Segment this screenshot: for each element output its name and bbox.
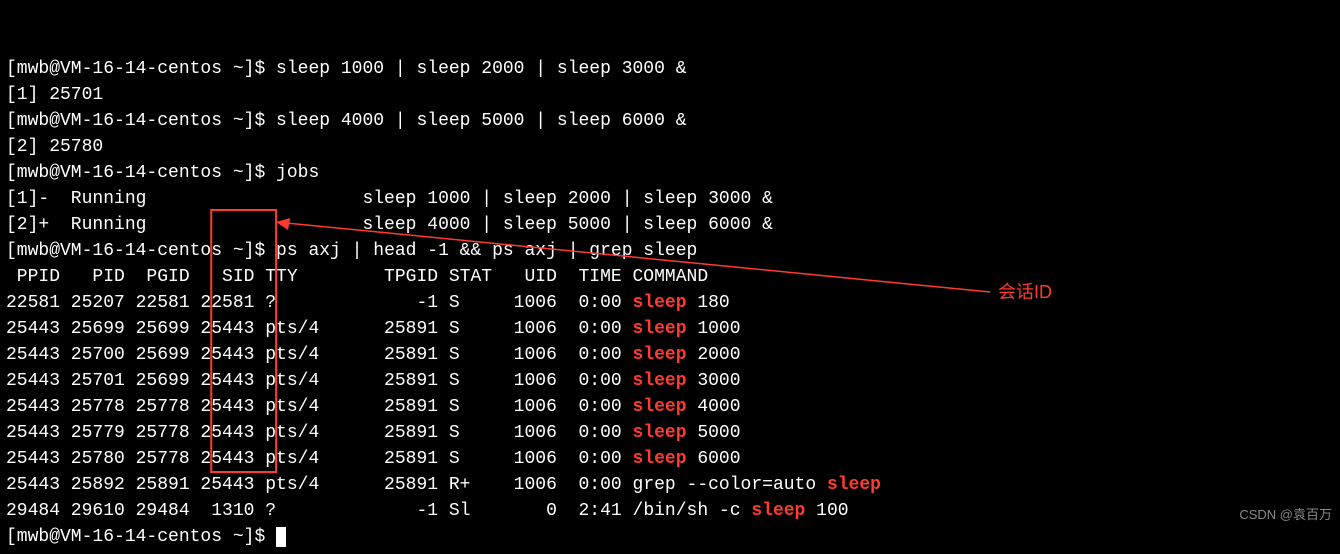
ps-row: 22581 25207 22581 22581 ? -1 S 1006 0:00… (6, 293, 730, 313)
grep-match: sleep (751, 501, 805, 521)
cmd-text: /bin/sh -c (633, 501, 752, 521)
job-line: [1]- Running sleep 1000 | sleep 2000 | s… (6, 189, 773, 209)
prompt: [mwb@VM-16-14-centos ~]$ (6, 527, 276, 547)
ps-header: PPID PID PGID SID TTY TPGID STAT UID TIM… (6, 267, 708, 287)
ps-row: 25443 25779 25778 25443 pts/4 25891 S 10… (6, 423, 741, 443)
job-id: [1] 25701 (6, 85, 103, 105)
ps-row: 25443 25700 25699 25443 pts/4 25891 S 10… (6, 345, 741, 365)
cmd-text: 2000 (687, 345, 741, 365)
job-id: [2] 25780 (6, 137, 103, 157)
grep-match: sleep (633, 423, 687, 443)
cmd-text: 6000 (687, 449, 741, 469)
ps-row: 25443 25780 25778 25443 pts/4 25891 S 10… (6, 449, 741, 469)
grep-match: sleep (633, 293, 687, 313)
cmd-text: 3000 (687, 371, 741, 391)
grep-match: sleep (633, 449, 687, 469)
cursor[interactable] (276, 527, 286, 547)
grep-match: sleep (633, 397, 687, 417)
prompt: [mwb@VM-16-14-centos ~]$ (6, 163, 276, 183)
prompt: [mwb@VM-16-14-centos ~]$ (6, 59, 276, 79)
cmd-text: grep --color=auto (633, 475, 827, 495)
grep-match: sleep (633, 345, 687, 365)
cmd-text: 4000 (687, 397, 741, 417)
ps-row: 29484 29610 29484 1310 ? -1 Sl 0 2:41 /b… (6, 501, 849, 521)
ps-row: 25443 25701 25699 25443 pts/4 25891 S 10… (6, 371, 741, 391)
grep-match: sleep (633, 319, 687, 339)
command-text: jobs (276, 163, 319, 183)
cmd-text: 5000 (687, 423, 741, 443)
command-text: ps axj | head -1 && ps axj | grep sleep (276, 241, 697, 261)
job-line: [2]+ Running sleep 4000 | sleep 5000 | s… (6, 215, 773, 235)
prompt: [mwb@VM-16-14-centos ~]$ (6, 111, 276, 131)
cmd-text: 1000 (687, 319, 741, 339)
cmd-text: 100 (805, 501, 848, 521)
grep-match: sleep (633, 371, 687, 391)
cmd-text: 180 (687, 293, 730, 313)
watermark: CSDN @袁百万 (1239, 504, 1332, 523)
command-text: sleep 1000 | sleep 2000 | sleep 3000 & (276, 59, 686, 79)
command-text: sleep 4000 | sleep 5000 | sleep 6000 & (276, 111, 686, 131)
ps-row: 25443 25699 25699 25443 pts/4 25891 S 10… (6, 319, 741, 339)
terminal[interactable]: 会话ID [mwb@VM-16-14-centos ~]$ sleep 1000… (0, 0, 1340, 554)
ps-row: 25443 25892 25891 25443 pts/4 25891 R+ 1… (6, 475, 881, 495)
ps-row: 25443 25778 25778 25443 pts/4 25891 S 10… (6, 397, 741, 417)
annotation-label: 会话ID (998, 282, 1052, 302)
prompt: [mwb@VM-16-14-centos ~]$ (6, 241, 276, 261)
grep-match: sleep (827, 475, 881, 495)
